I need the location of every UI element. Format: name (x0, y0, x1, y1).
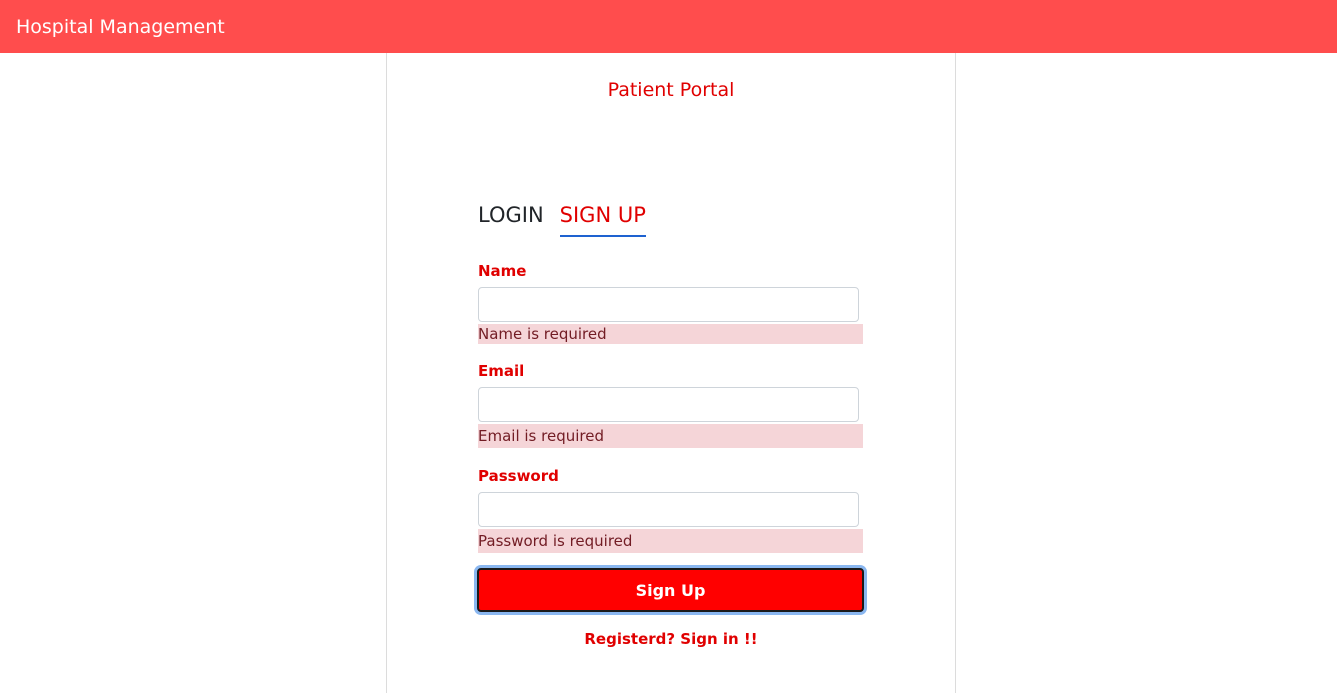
password-field[interactable] (478, 492, 859, 527)
sign-in-link[interactable]: Registerd? Sign in !! (387, 630, 955, 648)
email-field[interactable] (478, 387, 859, 422)
top-navbar: Hospital Management (0, 0, 1337, 53)
tab-sign-up[interactable]: SIGN UP (559, 203, 646, 237)
name-error-message: Name is required (478, 324, 863, 344)
email-error-message: Email is required (478, 424, 863, 448)
tab-login[interactable]: LOGIN (478, 203, 544, 237)
auth-card: Patient Portal LOGIN SIGN UP Name Name i… (386, 53, 956, 693)
page-title: Patient Portal (607, 79, 735, 101)
password-error-message: Password is required (478, 529, 863, 553)
email-label: Email (478, 362, 525, 380)
sign-up-button[interactable]: Sign Up (477, 568, 864, 612)
navbar-brand[interactable]: Hospital Management (16, 16, 225, 38)
name-label: Name (478, 262, 527, 280)
name-field[interactable] (478, 287, 859, 322)
auth-tabs: LOGIN SIGN UP (478, 203, 646, 237)
password-label: Password (478, 467, 559, 485)
